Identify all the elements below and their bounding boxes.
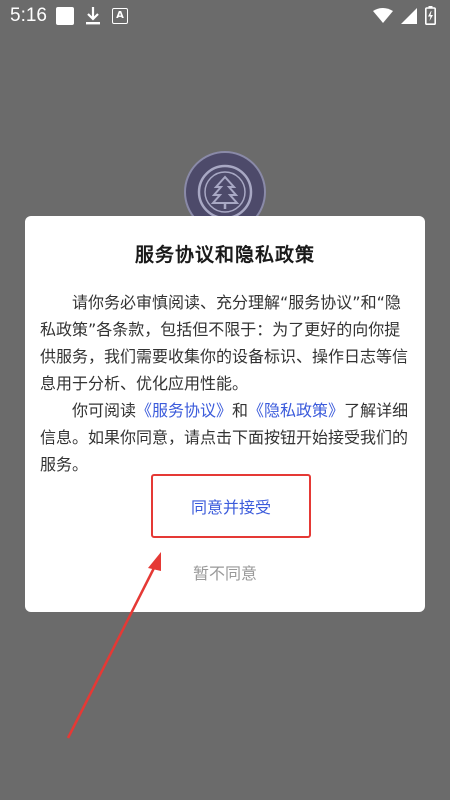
status-left-icons: A: [56, 6, 128, 26]
dialog-title: 服务协议和隐私政策: [134, 244, 315, 266]
status-time: 5:16: [10, 5, 47, 26]
notification-square-icon: [56, 7, 74, 25]
dialog-paragraph-2: 你可阅读《服务协议》和《隐私政策》了解详细信息。如果你同意，请点击下面按钮开始接…: [40, 397, 412, 478]
download-icon: [86, 7, 100, 25]
privacy-policy-link[interactable]: 《隐私政策》: [248, 401, 344, 420]
dialog-paragraph-1: 请你务必审慎阅读、充分理解“服务协议”和“隐私政策”各条款，包括但不限于：为了更…: [40, 293, 409, 393]
wifi-icon: [373, 7, 393, 23]
para2-prefix: 你可阅读: [72, 401, 137, 420]
status-right-icons: [373, 6, 436, 25]
accept-button[interactable]: 同意并接受: [153, 476, 309, 536]
para2-and: 和: [232, 401, 249, 420]
privacy-dialog: 服务协议和隐私政策 请你务必审慎阅读、充分理解“服务协议”和“隐私政策”各条款，…: [25, 216, 425, 612]
dialog-body: 请你务必审慎阅读、充分理解“服务协议”和“隐私政策”各条款，包括但不限于：为了更…: [40, 289, 412, 478]
decline-button[interactable]: 暂不同意: [145, 555, 305, 589]
a-box-icon: A: [112, 8, 128, 24]
battery-icon: [425, 6, 436, 25]
status-bar: 5:16 A: [0, 0, 450, 32]
cellular-signal-icon: [401, 7, 417, 24]
service-agreement-link[interactable]: 《服务协议》: [136, 401, 232, 420]
